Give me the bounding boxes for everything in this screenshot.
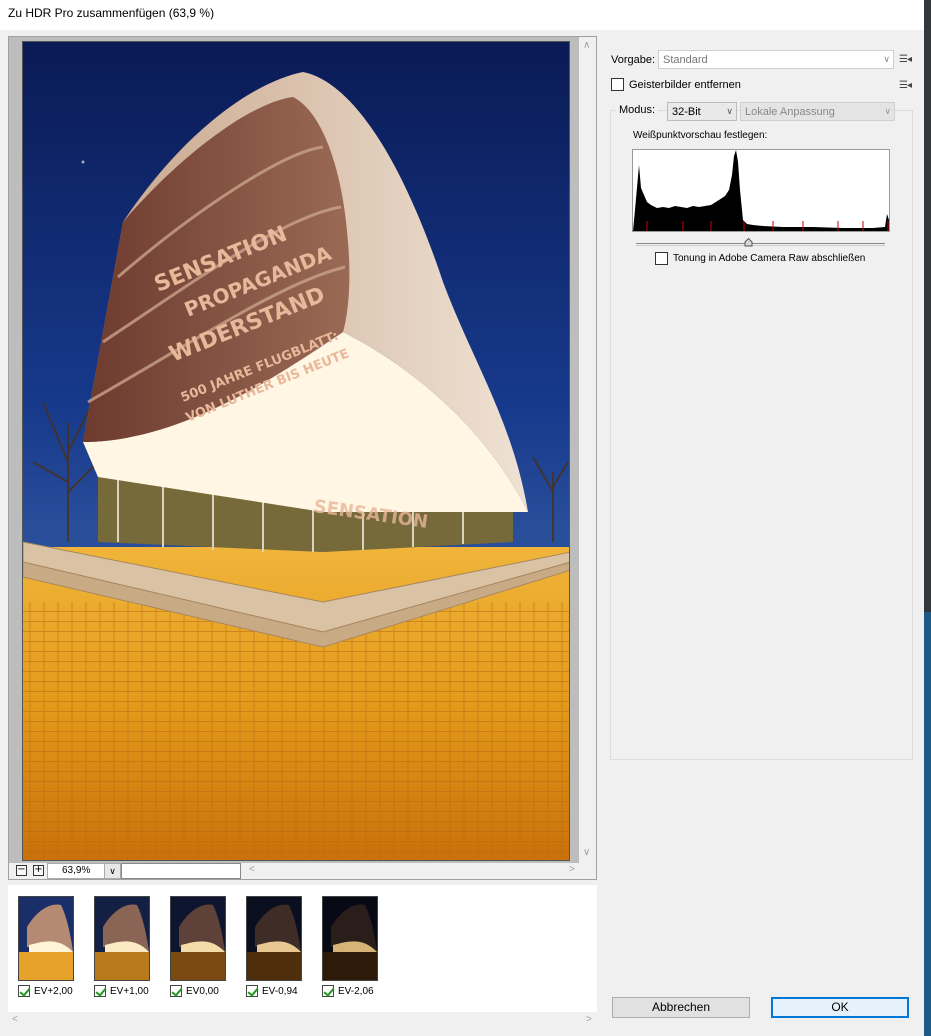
- flyout-menu-icon[interactable]: ☰◂: [899, 54, 912, 65]
- flyout-menu-icon[interactable]: ☰◂: [899, 80, 912, 91]
- source-label: EV0,00: [170, 985, 219, 997]
- title-bar: Zu HDR Pro zusammenfügen (63,9 %): [0, 0, 931, 30]
- preset-value: Standard: [663, 54, 708, 66]
- preview-horizontal-scrollbar[interactable]: [121, 863, 241, 879]
- window-title: Zu HDR Pro zusammenfügen (63,9 %): [8, 6, 215, 20]
- chevron-down-icon: ∨: [884, 106, 891, 116]
- mode-label: Modus:: [616, 104, 659, 116]
- chevron-down-icon: ∨: [883, 54, 890, 64]
- source-thumbnail[interactable]: [246, 896, 302, 981]
- chevron-down-icon[interactable]: ∨: [104, 864, 120, 878]
- zoom-level-select[interactable]: 63,9% ∨: [47, 863, 121, 879]
- scroll-up-icon[interactable]: ∨: [583, 39, 590, 50]
- preview-vertical-scrollbar[interactable]: ∨ ∨: [579, 37, 596, 863]
- bit-depth-select[interactable]: 32-Bit ∨: [667, 102, 737, 121]
- tone-method-select: Lokale Anpassung ∨: [740, 102, 895, 121]
- scroll-down-icon[interactable]: ∨: [583, 847, 590, 858]
- scroll-left-icon[interactable]: <: [249, 864, 255, 875]
- source-thumbnail[interactable]: [170, 896, 226, 981]
- window-edge: [924, 0, 931, 1036]
- zoom-in-button[interactable]: +: [33, 865, 44, 876]
- remove-ghosts-checkbox[interactable]: [611, 78, 624, 91]
- camera-raw-label: Tonung in Adobe Camera Raw abschließen: [673, 253, 866, 264]
- bit-depth-value: 32-Bit: [672, 106, 701, 118]
- remove-ghosts-option[interactable]: Geisterbilder entfernen: [611, 78, 741, 91]
- source-checkbox[interactable]: [94, 985, 106, 997]
- chevron-down-icon: ∨: [726, 106, 733, 116]
- ok-button[interactable]: OK: [771, 997, 909, 1018]
- source-images-strip: EV+2,00 EV+1,00 EV0,00 EV-0,94 EV-2,06: [8, 885, 597, 1012]
- zoom-out-button[interactable]: −: [16, 865, 27, 876]
- finish-in-camera-raw-option[interactable]: Tonung in Adobe Camera Raw abschließen: [655, 252, 865, 265]
- hdr-preview-image: SENSATION PROPAGANDA WIDERSTAND 500 JAHR…: [22, 41, 570, 861]
- camera-raw-checkbox[interactable]: [655, 252, 668, 265]
- source-checkbox[interactable]: [170, 985, 182, 997]
- source-thumbnail[interactable]: [322, 896, 378, 981]
- preset-select[interactable]: Standard ∨: [658, 50, 894, 69]
- zoom-level-value: 63,9%: [62, 865, 91, 876]
- whitepoint-slider[interactable]: [636, 243, 885, 246]
- source-checkbox[interactable]: [18, 985, 30, 997]
- cancel-button[interactable]: Abbrechen: [612, 997, 750, 1018]
- source-checkbox[interactable]: [322, 985, 334, 997]
- source-label: EV+1,00: [94, 985, 149, 997]
- whitepoint-label: Weißpunktvorschau festlegen:: [633, 130, 768, 141]
- source-label: EV-0,94: [246, 985, 298, 997]
- source-thumbnail[interactable]: [18, 896, 74, 981]
- histogram: [632, 149, 890, 232]
- thumbnails-scrollbar[interactable]: < >: [8, 1013, 597, 1025]
- preview-panel: SENSATION PROPAGANDA WIDERSTAND 500 JAHR…: [8, 36, 597, 880]
- source-label: EV+2,00: [18, 985, 73, 997]
- source-checkbox[interactable]: [246, 985, 258, 997]
- remove-ghosts-label: Geisterbilder entfernen: [629, 78, 741, 91]
- source-thumbnail[interactable]: [94, 896, 150, 981]
- tone-method-value: Lokale Anpassung: [745, 106, 835, 118]
- whitepoint-slider-handle[interactable]: [744, 237, 753, 250]
- preset-label: Vorgabe:: [611, 54, 656, 66]
- scroll-right-icon[interactable]: >: [586, 1014, 592, 1025]
- scroll-left-icon[interactable]: <: [12, 1014, 18, 1025]
- zoom-bar: − + 63,9% ∨ < >: [9, 863, 596, 879]
- source-label: EV-2,06: [322, 985, 374, 997]
- scroll-right-icon[interactable]: >: [569, 864, 575, 875]
